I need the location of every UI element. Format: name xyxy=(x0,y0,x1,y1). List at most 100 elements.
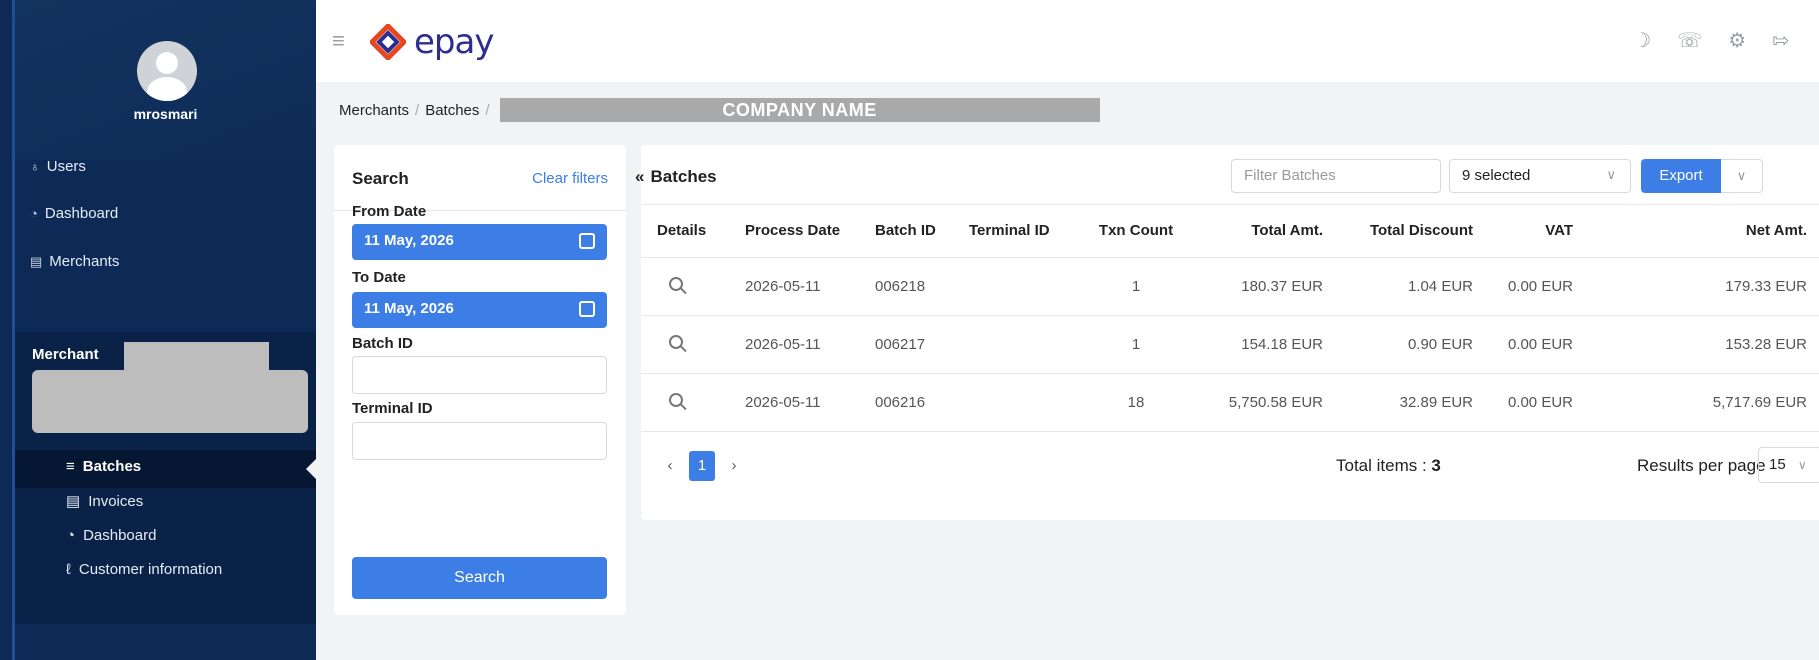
prev-page-icon[interactable]: ‹ xyxy=(657,451,683,481)
person-icon: ℓ xyxy=(66,561,71,578)
redacted-merchant-details xyxy=(32,370,308,433)
results-per-page-select[interactable]: 15 ∨ xyxy=(1758,447,1819,483)
gear-icon[interactable]: ⚙ xyxy=(1728,28,1746,53)
cell-total-amt: 154.18 EUR xyxy=(1191,315,1331,374)
cell-terminal-id xyxy=(961,315,1081,374)
table-header-row: Details Process Date Batch ID Terminal I… xyxy=(641,205,1819,258)
cell-batch-id: 006216 xyxy=(867,373,961,432)
epay-logo[interactable]: epay xyxy=(370,22,494,62)
cell-process-date: 2026-05-11 xyxy=(737,315,867,374)
batches-header: « Batches Filter Batches 9 selected ∨ Ex… xyxy=(635,145,1819,205)
results-per-page-label: Results per page xyxy=(1637,456,1766,475)
filter-batches-input[interactable]: Filter Batches xyxy=(1231,159,1441,193)
table-row[interactable]: 2026-05-11 006217 1 154.18 EUR 0.90 EUR … xyxy=(641,315,1819,374)
column-header-vat[interactable]: VAT xyxy=(1481,205,1581,258)
export-dropdown-toggle[interactable]: ∨ xyxy=(1721,159,1763,193)
breadcrumb: Merchants / Batches / COMPANY NAME xyxy=(339,98,1100,122)
cell-total-discount: 0.90 EUR xyxy=(1331,315,1481,374)
sidebar-item-dashboard[interactable]: ◔ Dashboard xyxy=(30,205,118,222)
details-search-icon[interactable] xyxy=(669,335,683,349)
cell-txn-count: 1 xyxy=(1081,315,1191,374)
cell-batch-id: 006218 xyxy=(867,257,961,316)
chevron-down-icon: ∨ xyxy=(1606,167,1616,182)
phone-icon[interactable]: ☏ xyxy=(1677,28,1702,53)
from-date-picker[interactable]: 11 May, 2026 xyxy=(352,224,607,260)
cell-batch-id: 006217 xyxy=(867,315,961,374)
sidebar-item-merchant-dashboard[interactable]: ◔ Dashboard xyxy=(66,527,156,544)
cell-total-amt: 5,750.58 EUR xyxy=(1191,373,1331,432)
document-icon: ▤ xyxy=(66,493,81,510)
sidebar-item-invoices[interactable]: ▤ Invoices xyxy=(66,492,143,511)
logo-text: epay xyxy=(414,22,494,62)
logout-icon[interactable]: ⇰ xyxy=(1772,28,1789,53)
cell-process-date: 2026-05-11 xyxy=(737,257,867,316)
total-items-label: Total items : xyxy=(1336,456,1432,475)
search-button[interactable]: Search xyxy=(352,557,607,599)
breadcrumb-separator: / xyxy=(415,101,420,119)
sidebar-item-users[interactable]: ♁ Users xyxy=(30,158,86,175)
avatar[interactable] xyxy=(137,41,197,101)
sidebar-item-label: Dashboard xyxy=(83,527,157,544)
total-items-value: 3 xyxy=(1431,456,1441,475)
cell-net-amt: 153.28 EUR xyxy=(1581,315,1819,374)
sidebar: mrosmari ♁ Users ◔ Dashboard ▤ Merchants… xyxy=(0,0,316,660)
breadcrumb-batches[interactable]: Batches xyxy=(425,102,479,119)
topbar: ≡ epay ☽ ☏ ⚙ ⇰ xyxy=(316,0,1819,82)
to-date-picker[interactable]: 11 May, 2026 xyxy=(352,292,607,328)
details-search-icon[interactable] xyxy=(669,393,683,407)
column-header-batch-id[interactable]: Batch ID xyxy=(867,205,961,258)
breadcrumb-merchants[interactable]: Merchants xyxy=(339,102,409,119)
chevron-down-icon: ∨ xyxy=(1736,168,1747,183)
next-page-icon[interactable]: › xyxy=(721,451,747,481)
from-date-label: From Date xyxy=(352,203,427,220)
topbar-icons: ☽ ☏ ⚙ ⇰ xyxy=(1633,28,1789,53)
sidebar-item-label: Batches xyxy=(82,458,142,475)
details-search-icon[interactable] xyxy=(669,277,683,291)
table-row[interactable]: 2026-05-11 006216 18 5,750.58 EUR 32.89 … xyxy=(641,373,1819,432)
column-header-details[interactable]: Details xyxy=(641,205,737,258)
column-header-terminal-id[interactable]: Terminal ID xyxy=(961,205,1081,258)
chevron-down-icon: ∨ xyxy=(1797,458,1807,472)
search-panel: Search Clear filters From Date 11 May, 2… xyxy=(334,145,626,615)
terminal-id-input[interactable] xyxy=(352,422,607,460)
stack-icon: ≡ xyxy=(66,458,75,475)
sidebar-item-merchants[interactable]: ▤ Merchants xyxy=(30,253,119,270)
cell-terminal-id xyxy=(961,373,1081,432)
export-button[interactable]: Export xyxy=(1641,159,1721,193)
column-header-total-amt[interactable]: Total Amt. xyxy=(1191,205,1331,258)
sidebar-item-batches[interactable]: ≡ Batches xyxy=(66,458,141,475)
cell-total-discount: 1.04 EUR xyxy=(1331,257,1481,316)
moon-icon[interactable]: ☽ xyxy=(1633,28,1651,53)
column-header-total-discount[interactable]: Total Discount xyxy=(1331,205,1481,258)
column-select-value: 9 selected xyxy=(1462,167,1531,184)
dashboard-icon: ◔ xyxy=(66,527,76,544)
active-item-highlight xyxy=(15,450,316,488)
batch-id-input[interactable] xyxy=(352,356,607,394)
table-row[interactable]: 2026-05-11 006218 1 180.37 EUR 1.04 EUR … xyxy=(641,257,1819,316)
batches-panel: « Batches Filter Batches 9 selected ∨ Ex… xyxy=(635,145,1819,520)
merchants-icon: ▤ xyxy=(30,253,43,269)
page-number[interactable]: 1 xyxy=(689,451,715,481)
cell-vat: 0.00 EUR xyxy=(1481,373,1581,432)
cell-terminal-id xyxy=(961,257,1081,316)
dashboard-icon: ◔ xyxy=(30,206,38,221)
search-panel-header: Search Clear filters xyxy=(334,145,626,211)
clear-filters-link[interactable]: Clear filters xyxy=(532,170,608,187)
calendar-icon xyxy=(579,301,595,317)
pagination: ‹ 1 › xyxy=(657,451,747,481)
collapse-panel-icon[interactable]: « xyxy=(635,167,644,187)
active-item-notch xyxy=(306,459,316,479)
sidebar-item-customer-information[interactable]: ℓ Customer information xyxy=(66,561,222,578)
results-per-page-value: 15 xyxy=(1769,456,1786,473)
hamburger-menu-icon[interactable]: ≡ xyxy=(332,28,345,54)
calendar-icon xyxy=(579,233,595,249)
sidebar-item-label: Merchants xyxy=(49,253,120,270)
cell-vat: 0.00 EUR xyxy=(1481,257,1581,316)
from-date-value: 11 May, 2026 xyxy=(364,232,454,249)
column-header-net-amt[interactable]: Net Amt. xyxy=(1581,205,1819,258)
terminal-id-label: Terminal ID xyxy=(352,400,433,417)
column-select[interactable]: 9 selected ∨ xyxy=(1449,159,1631,193)
column-header-txn-count[interactable]: Txn Count xyxy=(1081,205,1191,258)
cell-process-date: 2026-05-11 xyxy=(737,373,867,432)
column-header-process-date[interactable]: Process Date xyxy=(737,205,867,258)
